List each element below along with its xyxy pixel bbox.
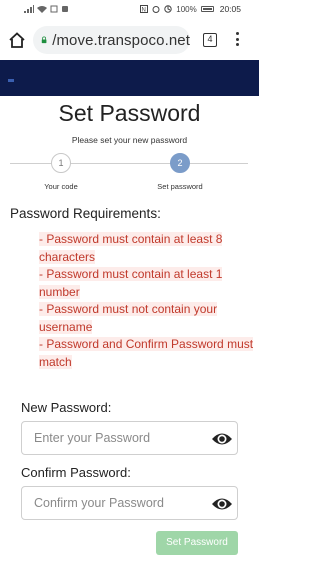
new-password-label: New Password: (21, 400, 112, 415)
status-right: N 100% 20:05 (140, 4, 241, 14)
address-bar[interactable]: /move.transpoco.net (33, 26, 190, 54)
clock: 20:05 (219, 4, 241, 14)
data-saver-icon (164, 5, 172, 13)
nfc-icon: N (140, 5, 149, 14)
stepper-line (10, 163, 248, 164)
requirement-item: - Password must contain at least 8 chara… (39, 232, 223, 264)
status-left-icons (24, 5, 69, 13)
step-1-indicator: 1 (51, 153, 71, 173)
step-1-label: Your code (44, 182, 78, 191)
requirement-item: - Password and Confirm Password must mat… (39, 337, 254, 369)
new-password-field-wrapper (21, 421, 238, 455)
confirm-password-label: Confirm Password: (21, 465, 131, 480)
show-confirm-password-eye-icon[interactable] (211, 494, 233, 514)
browser-toolbar: /move.transpoco.net 4 (0, 20, 259, 60)
confirm-password-input[interactable] (34, 496, 204, 510)
battery-icon (200, 6, 214, 12)
site-header (0, 60, 259, 96)
url-text: /move.transpoco.net (52, 31, 190, 49)
confirm-password-field-wrapper (21, 486, 238, 520)
svg-text:N: N (142, 8, 146, 14)
page-subtitle: Please set your new password (71, 135, 188, 145)
usb-icon (50, 5, 58, 13)
notification-icon (62, 6, 68, 12)
status-bar: N 100% 20:05 (0, 0, 259, 20)
step-2-label: Set password (157, 182, 203, 191)
lock-icon (41, 36, 47, 44)
signal-icon (24, 5, 34, 13)
alarm-icon (152, 6, 160, 13)
requirement-item: - Password must contain at least 1 numbe… (39, 267, 223, 299)
header-logo-mark (8, 79, 14, 82)
requirements-title: Password Requirements: (10, 206, 161, 221)
show-password-eye-icon[interactable] (211, 429, 233, 449)
browser-menu-icon[interactable] (234, 32, 240, 48)
set-password-button[interactable]: Set Password (156, 531, 238, 555)
wifi-icon (37, 6, 47, 13)
step-2-indicator: 2 (170, 153, 190, 173)
page-title: Set Password (58, 100, 201, 126)
new-password-input[interactable] (34, 431, 204, 445)
battery-percent: 100% (176, 4, 197, 14)
requirement-item: - Password must not contain your usernam… (39, 302, 218, 334)
requirements-list: - Password must contain at least 8 chara… (39, 231, 254, 371)
home-icon[interactable] (8, 31, 26, 49)
tab-switcher-button[interactable]: 4 (203, 33, 217, 47)
